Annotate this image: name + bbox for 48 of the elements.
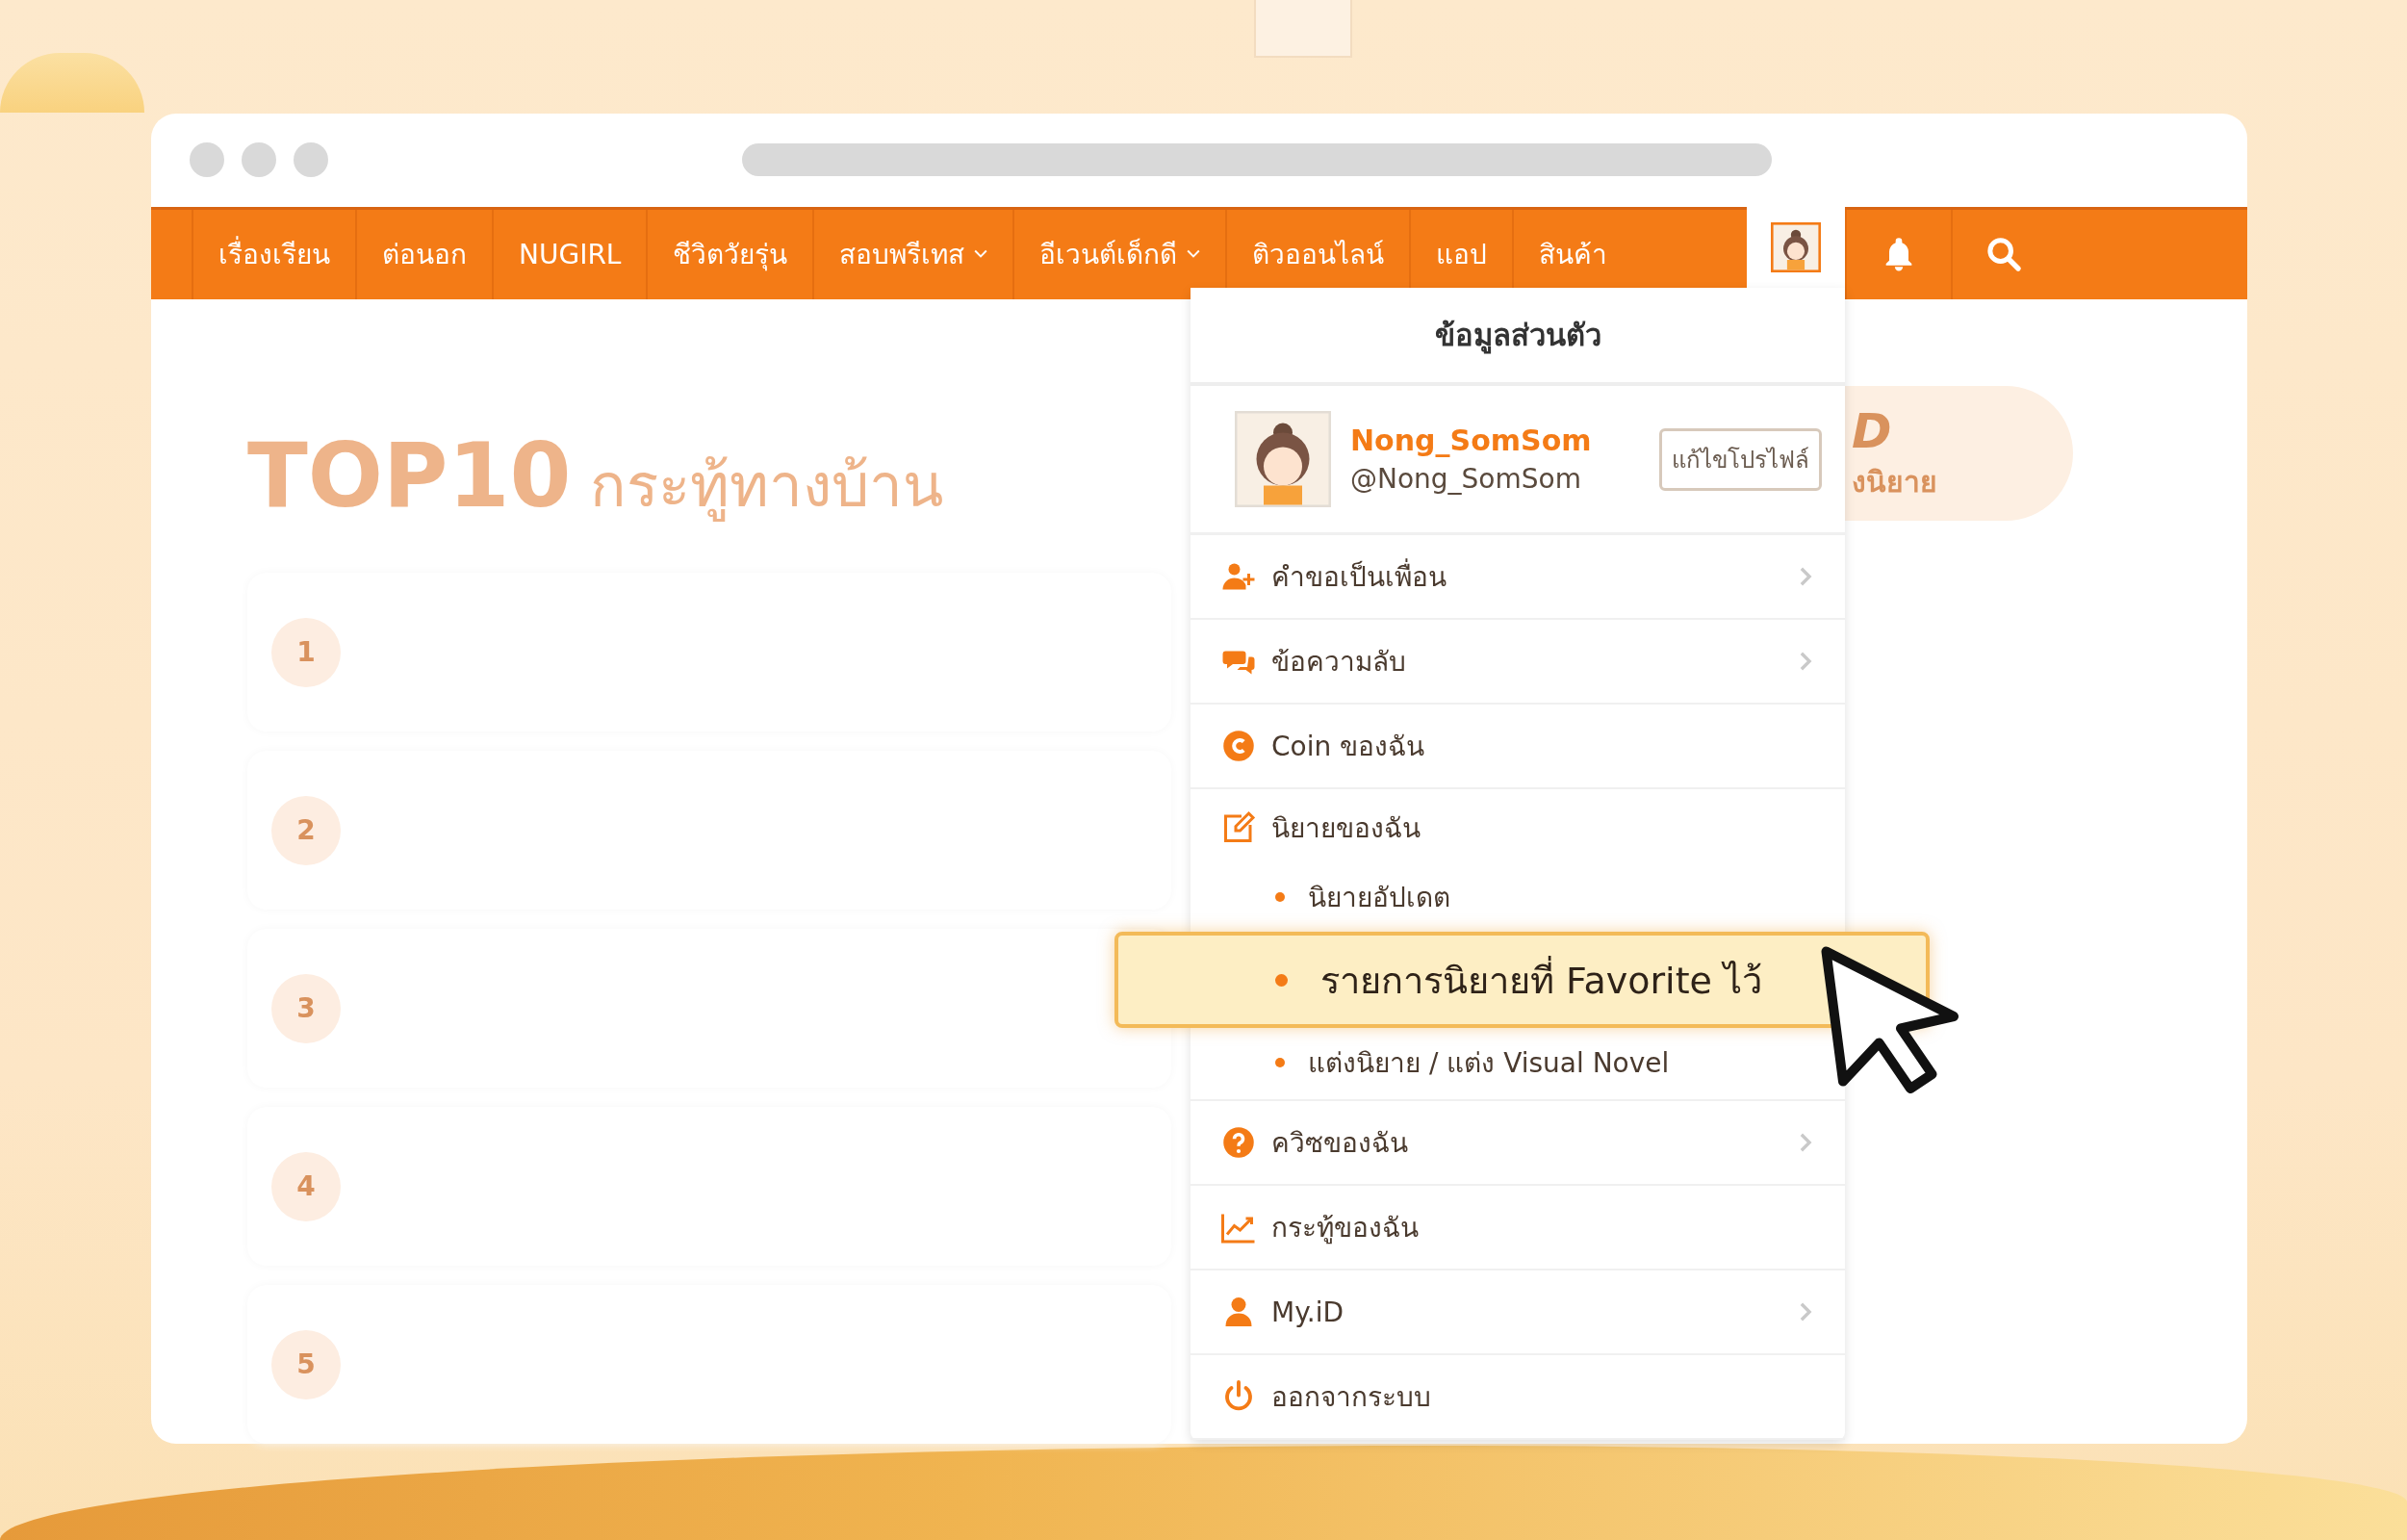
rank-badge: 4 [271,1151,341,1221]
chevron-icon [1799,1301,1812,1322]
avatar-drawing [1771,222,1821,273]
dropdown-title: ข้อมูลส่วนตัว [1191,288,1845,386]
search-icon [1984,235,2023,274]
question-icon [1221,1125,1256,1160]
pill-subtitle: งนิยาย [1852,463,1938,500]
menu-item[interactable]: My.iD [1191,1270,1845,1355]
submenu-item[interactable]: นิยายอัปเดต [1191,866,1845,928]
chevron-icon [1799,566,1812,587]
promo-pill[interactable]: D งนิยาย [1844,386,2073,521]
nav-link[interactable]: ชีวิตวัยรุ่น [646,209,813,299]
window-dot[interactable] [190,142,224,178]
chevron-icon [1799,651,1812,672]
display-name: Nong_SomSom [1350,424,1593,457]
rank-badge: 5 [271,1329,341,1399]
edit-icon [1221,810,1256,845]
window-dot[interactable] [294,142,328,178]
rank-badge: 2 [271,795,341,865]
ranking-card[interactable]: 3 [247,929,1171,1088]
nav-link[interactable]: NUGIRL [492,209,647,299]
chevron-icon [1799,1132,1812,1153]
nav-link[interactable]: เรื่องเรียน [192,209,355,299]
menu-item[interactable]: Coin ของฉัน [1191,705,1845,789]
edit-profile-button[interactable]: แก้ไขโปรไฟล์ [1659,427,1822,491]
menu-item[interactable]: คำขอเป็นเพื่อน [1191,535,1845,620]
ranking-card[interactable]: 1 [247,573,1171,732]
ranking-card[interactable]: 4 [247,1107,1171,1266]
rank-badge: 3 [271,973,341,1043]
address-bar[interactable] [742,143,1772,177]
user-handle: @Nong_SomSom [1350,463,1582,495]
nav-link[interactable]: สอบพรีเทส [812,209,1013,299]
nav-link[interactable]: ต่อนอก [355,209,492,299]
page-subtitle: กระทู้ทางบ้าน [590,449,944,524]
menu-item[interactable]: ควิซของฉัน [1191,1101,1845,1186]
ranking-card[interactable]: 5 [247,1285,1171,1444]
coin-icon [1221,729,1256,763]
page-title: TOP10 [247,424,572,527]
menu-item[interactable]: ข้อความลับ [1191,620,1845,705]
rank-badge: 1 [271,617,341,687]
menu-item[interactable]: ออกจากระบบ [1191,1355,1845,1440]
menu-item[interactable]: นิยายของฉัน [1191,789,1845,866]
pill-title: D [1852,402,1893,459]
menu-item[interactable]: กระทู้ของฉัน [1191,1186,1845,1270]
caret-icon [974,249,988,260]
window-dot[interactable] [242,142,276,178]
caret-icon [1187,249,1201,260]
ranking-card[interactable]: 2 [247,751,1171,910]
